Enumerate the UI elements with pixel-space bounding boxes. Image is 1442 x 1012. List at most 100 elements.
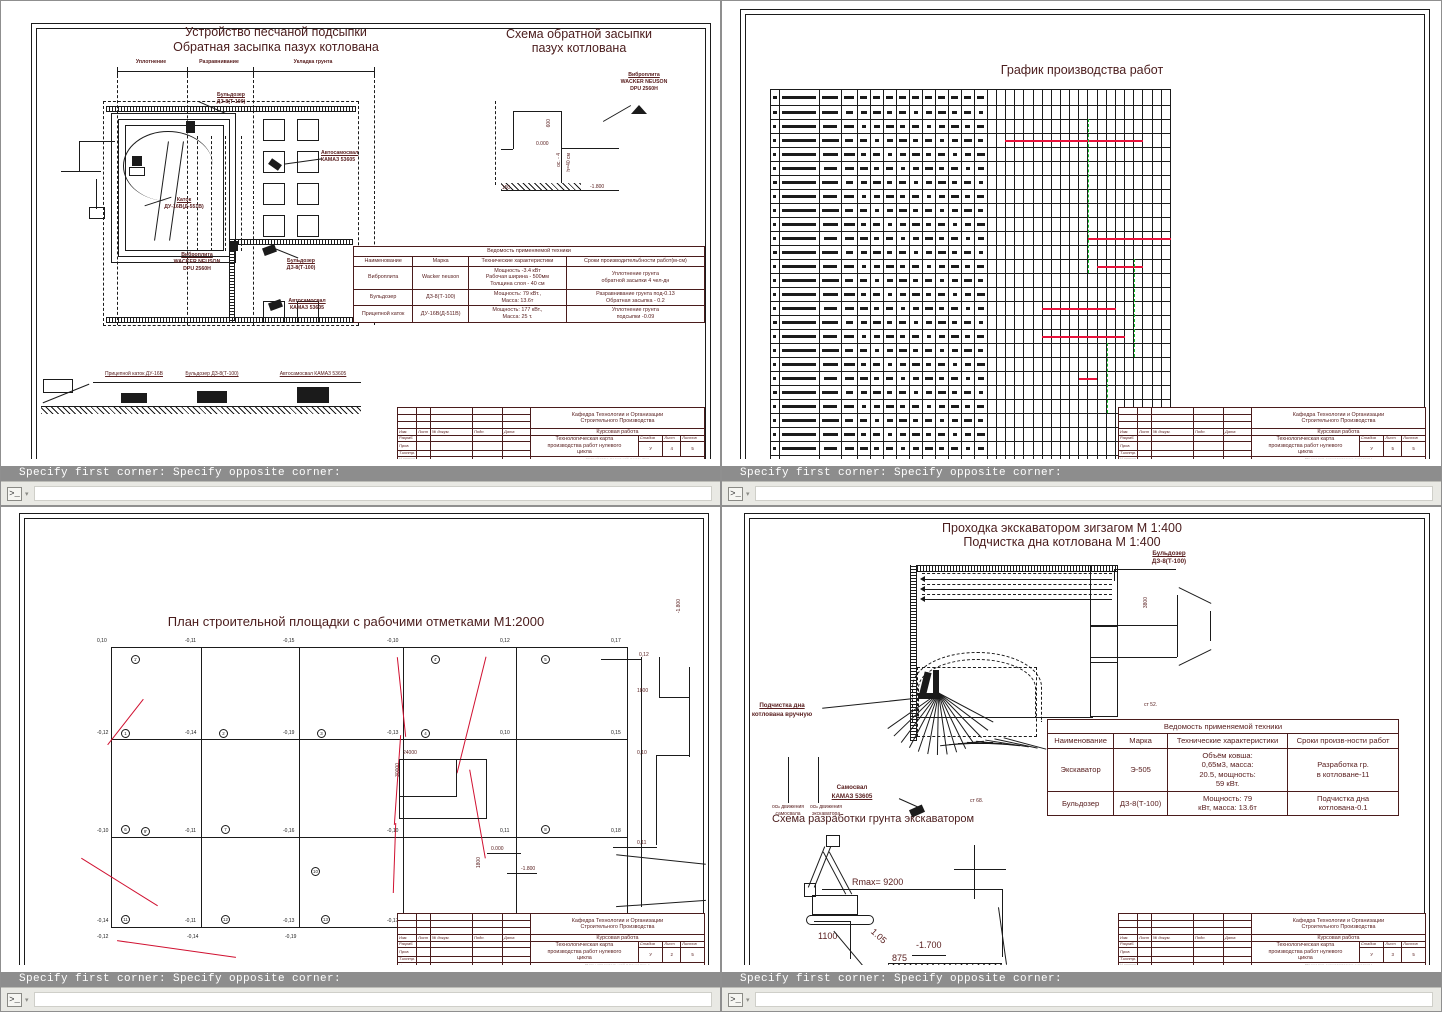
- gantt-cell: [778, 161, 820, 176]
- gantt-cell: [895, 385, 910, 400]
- gantt-cell: [908, 455, 923, 459]
- gantt-cell: [770, 441, 780, 456]
- mark-minus1800: -1.800: [521, 866, 536, 872]
- drawing-canvas-4[interactable]: Проходка экскаватором зигзагом М 1:400 П…: [722, 507, 1441, 965]
- cad-window-2[interactable]: График производства работ Кафедра Технол…: [721, 0, 1442, 506]
- command-input-1[interactable]: [33, 486, 712, 501]
- gantt-cell: [1151, 259, 1162, 274]
- elevation-label: -0,19: [285, 934, 297, 940]
- command-prompt-icon-1[interactable]: >_: [7, 486, 22, 501]
- callout-2-line1: Каток: [176, 197, 192, 203]
- gantt-cell: [818, 441, 842, 456]
- gantt-cell: [921, 357, 936, 372]
- command-bar-2[interactable]: >_ ▾: [722, 481, 1441, 505]
- gantt-cell: [1124, 189, 1135, 204]
- cad-window-3[interactable]: План строительной площадки с рабочими от…: [0, 506, 721, 1012]
- gantt-cell: [856, 413, 871, 428]
- gantt-cell: [934, 119, 949, 134]
- gantt-cell: [986, 133, 997, 148]
- drawing-canvas-1[interactable]: Устройство песчаной подсыпки Обратная за…: [1, 1, 720, 459]
- gantt-cell: [1050, 147, 1062, 162]
- gantt-cell: [770, 259, 780, 274]
- gantt-cell: [1114, 161, 1126, 176]
- gantt-cell: [1087, 119, 1098, 134]
- gantt-cell: [973, 357, 988, 372]
- gantt-cell: [770, 413, 780, 428]
- command-bar-4[interactable]: >_ ▾: [722, 987, 1441, 1011]
- gantt-cell: [973, 273, 988, 288]
- gantt-cell: [869, 217, 884, 232]
- gantt-cell: [1005, 413, 1016, 428]
- gantt-row: [770, 385, 1172, 400]
- gantt-cell: [895, 343, 910, 358]
- drawing-canvas-3[interactable]: План строительной площадки с рабочими от…: [1, 507, 720, 965]
- section-dim-os4: ос. - 4: [556, 153, 562, 167]
- command-input-2[interactable]: [754, 486, 1433, 501]
- title-block-1: Кафедра Технологии и Организации Строител…: [397, 407, 706, 459]
- gantt-header-cell: [1014, 89, 1025, 106]
- gantt-cell: [1078, 231, 1089, 246]
- gantt-cell: [1023, 231, 1034, 246]
- gantt-cell: [869, 315, 884, 330]
- gantt-cell: [1032, 203, 1043, 218]
- gantt-cell: [1124, 301, 1135, 316]
- chevron-down-icon-1[interactable]: ▾: [25, 490, 29, 498]
- gantt-cell: [1160, 161, 1172, 176]
- gantt-cell: [921, 245, 936, 260]
- command-input-3[interactable]: [33, 992, 712, 1007]
- command-prompt-icon-3[interactable]: >_: [7, 992, 22, 1007]
- command-prompt-icon-2[interactable]: >_: [728, 486, 743, 501]
- gantt-cell: [1096, 119, 1107, 134]
- title-block-2: Кафедра Технологии и Организации Строител…: [1118, 407, 1427, 459]
- gantt-header-cell: [895, 89, 910, 106]
- gantt-cell: [1023, 315, 1034, 330]
- gantt-cell: [1096, 161, 1107, 176]
- elevation-label: 0,11: [500, 828, 510, 834]
- chevron-down-icon-4[interactable]: ▾: [746, 996, 750, 1004]
- gantt-cell: [1060, 245, 1071, 260]
- gantt-cell: [1151, 273, 1162, 288]
- tb-dept: Кафедра Технологии и Организации Строител…: [529, 913, 706, 935]
- service-box: [89, 207, 105, 219]
- gantt-cell: [895, 231, 910, 246]
- gantt-cell: [1060, 385, 1071, 400]
- gantt-cell: [960, 189, 975, 204]
- axis-arrow: [788, 757, 789, 803]
- gantt-cell: [1069, 287, 1080, 302]
- gantt-cell: [1160, 189, 1172, 204]
- gantt-cell: [1050, 343, 1062, 358]
- command-input-4[interactable]: [754, 992, 1433, 1007]
- pit-edge: [1117, 657, 1177, 658]
- command-bar-1[interactable]: >_ ▾: [1, 481, 720, 505]
- gantt-cell: [1105, 441, 1116, 456]
- pit-plan-outer: [399, 759, 487, 819]
- panel4-title-line1: Проходка экскаватором зигзагом М 1:400: [942, 521, 1182, 535]
- gantt-cell: [1014, 357, 1025, 372]
- cad-window-1[interactable]: Устройство песчаной подсыпки Обратная за…: [0, 0, 721, 506]
- gantt-cell: [921, 119, 936, 134]
- command-prompt-icon-4[interactable]: >_: [728, 992, 743, 1007]
- chevron-down-icon-3[interactable]: ▾: [25, 996, 29, 1004]
- gantt-cell: [1014, 175, 1025, 190]
- command-bar-3[interactable]: >_ ▾: [1, 987, 720, 1011]
- gantt-cell: [986, 147, 997, 162]
- gantt-cell: [1096, 273, 1107, 288]
- gantt-cell: [840, 301, 858, 316]
- drawing-canvas-2[interactable]: График производства работ Кафедра Технол…: [722, 1, 1441, 459]
- gantt-cell: [770, 399, 780, 414]
- grid-bubble: 12: [221, 915, 230, 924]
- pit-floor: [888, 963, 1002, 964]
- gantt-cell: [1124, 175, 1135, 190]
- gantt-cell: [1160, 203, 1172, 218]
- gantt-cell: [1151, 161, 1162, 176]
- gantt-cell: [1041, 427, 1052, 442]
- cad-window-4[interactable]: Проходка экскаватором зигзагом М 1:400 П…: [721, 506, 1442, 1012]
- gantt-cell: [778, 357, 820, 372]
- gantt-cell: [1014, 399, 1025, 414]
- gantt-cell: [1142, 287, 1153, 302]
- gantt-row: [770, 287, 1172, 302]
- gantt-cell: [895, 119, 910, 134]
- chevron-down-icon-2[interactable]: ▾: [746, 490, 750, 498]
- gantt-cell: [840, 105, 858, 120]
- gantt-row: [770, 441, 1172, 456]
